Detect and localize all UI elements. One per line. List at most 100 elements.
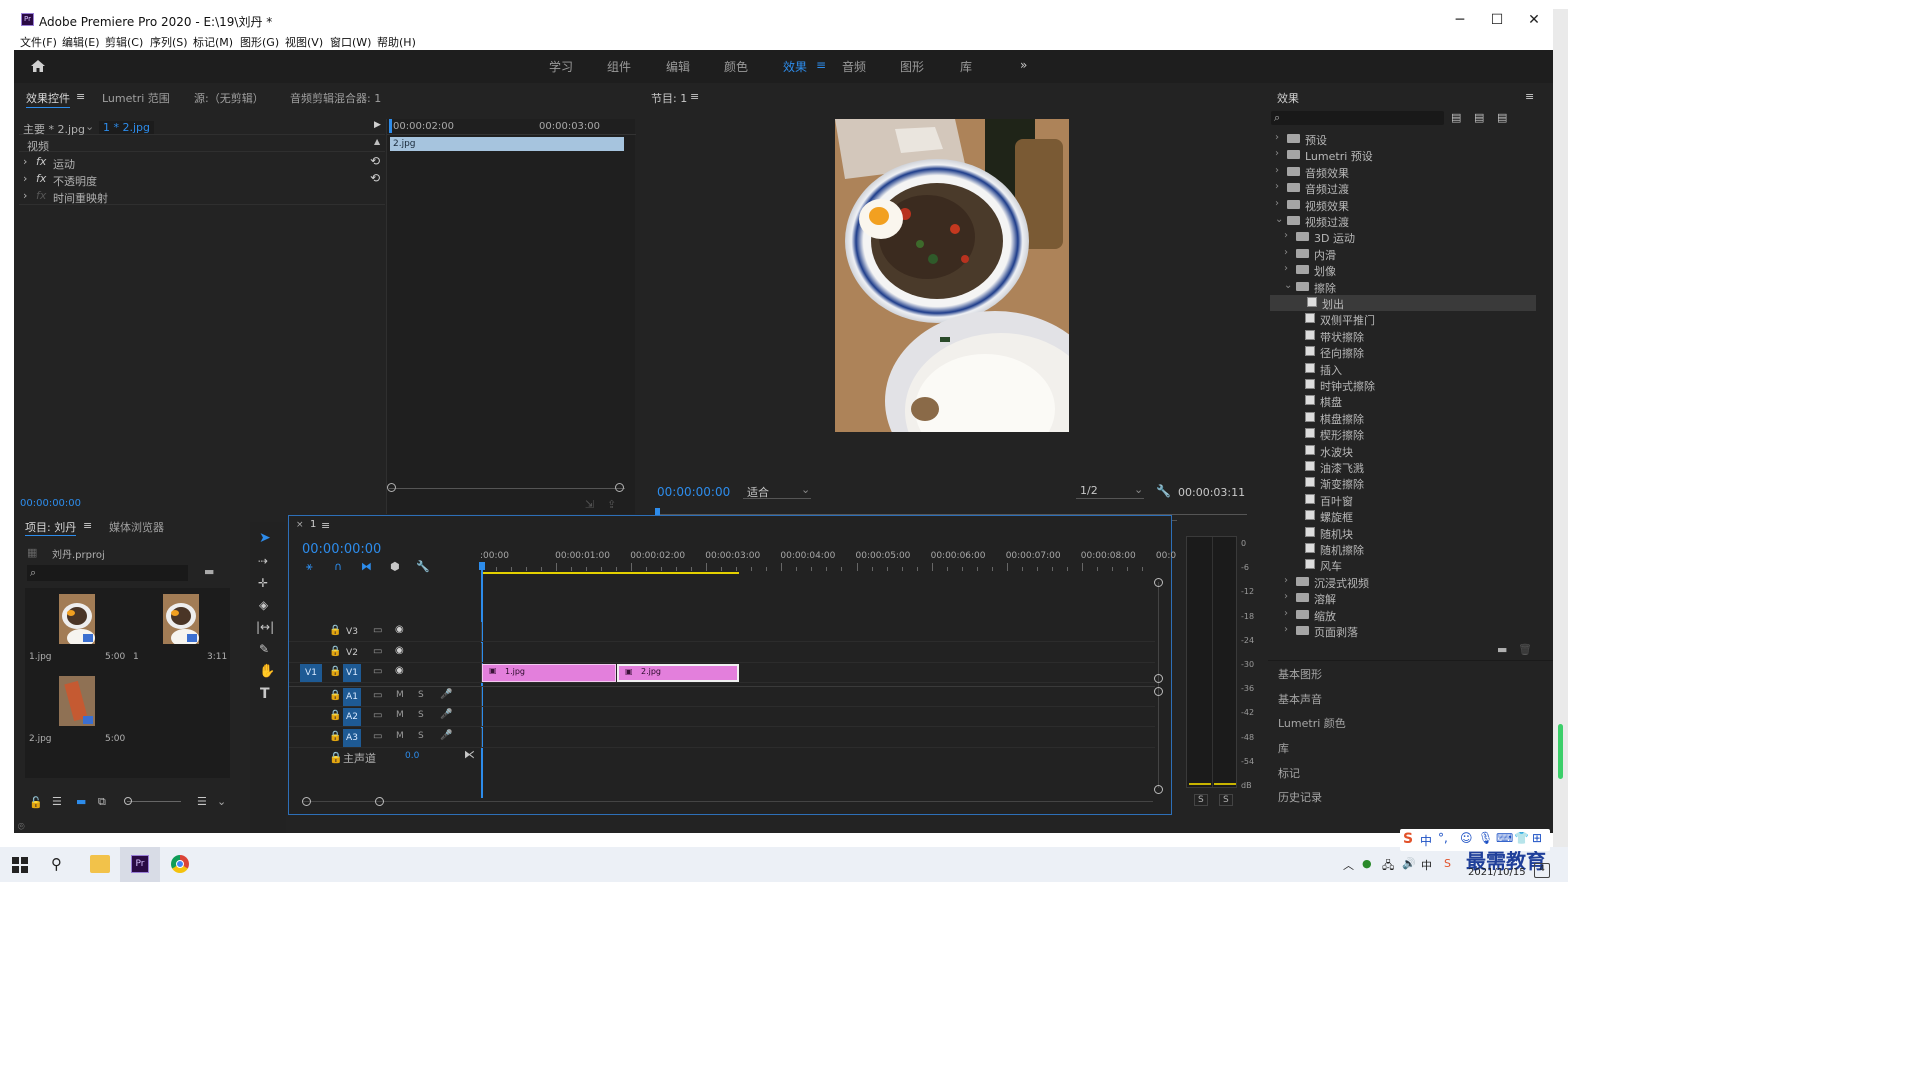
lock-icon[interactable]: 🔒 [329, 731, 341, 742]
notification-icon[interactable]: 4 [1534, 863, 1550, 878]
lock-icon[interactable]: 🔒 [329, 751, 343, 764]
workspace-learn[interactable]: 学习 [549, 58, 573, 75]
lock-icon[interactable]: 🔒 [329, 710, 341, 721]
effects-search-input[interactable]: ⌕ [1271, 111, 1444, 125]
track-target-v2[interactable]: V2 [343, 644, 361, 662]
effects-folder[interactable]: › Lumetri 预设 [1268, 147, 1538, 163]
windows-start-icon[interactable] [12, 857, 28, 873]
effects-folder[interactable]: › 沉浸式视频 [1268, 574, 1538, 590]
pen-tool-icon[interactable]: ✎ [259, 642, 269, 656]
sync-lock-icon[interactable]: ▭ [373, 731, 382, 742]
new-bin-icon[interactable]: ▬ [204, 565, 214, 578]
zoom-handle-left[interactable] [387, 483, 396, 492]
reset-icon[interactable]: ⟲ [370, 171, 380, 185]
playhead[interactable] [389, 119, 392, 133]
clip-selector[interactable]: 1 * 2.jpg [99, 121, 155, 134]
accelerated-effects-icon[interactable]: ▤ [1451, 111, 1461, 124]
effects-menu-icon[interactable]: ≡ [1525, 90, 1534, 103]
panel-lumetri-color[interactable]: Lumetri 颜色 [1278, 715, 1346, 731]
play-clip-icon[interactable]: ▶ [374, 120, 381, 130]
selection-tool-icon[interactable]: ➤ [259, 530, 271, 546]
effect-item[interactable]: 楔形擦除 [1268, 426, 1538, 442]
panel-essential-graphics[interactable]: 基本图形 [1278, 666, 1322, 682]
solo-button[interactable]: S [418, 690, 424, 700]
fx-icon[interactable]: fx [36, 172, 46, 185]
chevron-right-icon[interactable]: › [1284, 247, 1288, 258]
project-item[interactable]: 2.jpg 5:00 [29, 674, 125, 744]
effects-folder[interactable]: › 预设 [1268, 131, 1538, 147]
timeline-timecode[interactable]: 00:00:00:00 [302, 542, 381, 557]
chevron-right-icon[interactable]: › [1284, 591, 1288, 602]
solo-right-button[interactable]: S [1219, 794, 1233, 806]
sequence-tab[interactable]: 1 [310, 519, 316, 530]
snap-icon[interactable]: ∩ [334, 560, 342, 573]
timeline-settings-icon[interactable]: 🔧 [416, 560, 430, 573]
tray-app-icon[interactable]: ● [1362, 857, 1372, 870]
resolution-dropdown[interactable]: 1/2 ⌄ [1076, 483, 1144, 499]
project-search-input[interactable]: ⌕ [27, 565, 188, 581]
workspace-editing[interactable]: 编辑 [666, 58, 690, 75]
chrome-icon[interactable] [171, 855, 189, 873]
chevron-right-icon[interactable]: › [1275, 165, 1279, 176]
menu-graphics[interactable]: 图形(G) [240, 34, 279, 50]
taskbar-premiere[interactable]: Pr [120, 847, 160, 882]
panel-essential-sound[interactable]: 基本声音 [1278, 691, 1322, 707]
chevron-right-icon[interactable]: › [1284, 608, 1288, 619]
network-icon[interactable]: 🖧 [1382, 857, 1394, 876]
effect-item[interactable]: 插入 [1268, 361, 1538, 377]
panel-history[interactable]: 历史记录 [1278, 789, 1322, 805]
workspace-libraries[interactable]: 库 [960, 58, 972, 75]
ripple-edit-tool-icon[interactable]: ✛ [258, 576, 268, 590]
menu-file[interactable]: 文件(F) [20, 34, 57, 50]
vscroll-handle[interactable] [1154, 687, 1163, 696]
track-target-a1[interactable]: A1 [343, 688, 361, 706]
ime-grid-icon[interactable]: ⊞ [1532, 831, 1542, 845]
menu-window[interactable]: 窗口(W) [330, 34, 371, 50]
lock-icon[interactable]: 🔒 [329, 690, 341, 701]
sync-lock-icon[interactable]: ▭ [373, 690, 382, 701]
chevron-down-icon[interactable]: ⌄ [1275, 214, 1283, 225]
list-view-icon[interactable]: ☰ [52, 795, 62, 808]
slip-tool-icon[interactable]: |↔| [256, 620, 274, 634]
lock-icon[interactable]: 🔒 [329, 625, 341, 636]
effects-folder[interactable]: › 3D 运动 [1268, 229, 1538, 245]
ime-mode[interactable]: 中 [1420, 832, 1432, 849]
lock-icon[interactable]: 🔒 [329, 666, 341, 677]
close-sequence-icon[interactable]: × [296, 520, 304, 530]
file-explorer-icon[interactable] [90, 855, 110, 873]
workspace-audio[interactable]: 音频 [842, 58, 866, 75]
ime-skin-icon[interactable]: 👕 [1514, 831, 1529, 845]
ec-timecode[interactable]: 00:00:00:00 [20, 498, 81, 509]
vscroll-handle[interactable] [1154, 578, 1163, 587]
effect-controls-menu-icon[interactable]: ≡ [76, 90, 85, 103]
browser-scrollbar[interactable] [1553, 9, 1568, 847]
tray-expand-icon[interactable]: ︿ [1343, 857, 1354, 873]
home-icon[interactable] [30, 58, 46, 74]
tab-project[interactable]: 项目: 刘丹 [25, 519, 77, 536]
32bit-effects-icon[interactable]: ▤ [1474, 111, 1484, 124]
project-item[interactable]: 1 3:11 [133, 592, 227, 662]
ime-voice-icon[interactable]: 🎙 [1478, 831, 1493, 845]
mute-button[interactable]: M [396, 731, 404, 741]
filter-icon[interactable]: ⇲ [585, 498, 594, 511]
chevron-right-icon[interactable]: › [1284, 575, 1288, 586]
workspace-effects[interactable]: 效果 [783, 58, 807, 75]
vscroll-handle[interactable] [1154, 674, 1163, 683]
freeform-view-icon[interactable]: ⧉ [98, 795, 106, 809]
maximize-button[interactable]: ☐ [1479, 11, 1515, 31]
ime-emoji-icon[interactable]: ☺ [1460, 831, 1473, 845]
effects-folder[interactable]: › 音频过渡 [1268, 180, 1538, 196]
chevron-down-icon[interactable]: ⌄ [217, 795, 226, 808]
effect-item[interactable]: 时钟式擦除 [1268, 377, 1538, 393]
mic-icon[interactable]: 🎤 [440, 709, 452, 720]
effect-item[interactable]: 百叶窗 [1268, 492, 1538, 508]
vscroll-handle[interactable] [1154, 785, 1163, 794]
work-area-bar[interactable] [481, 572, 739, 574]
effect-item[interactable]: 风车 [1268, 557, 1538, 573]
tab-effect-controls[interactable]: 效果控件 [26, 90, 70, 108]
effect-item[interactable]: 双侧平推门 [1268, 311, 1538, 327]
chevron-right-icon[interactable]: › [1284, 263, 1288, 274]
sync-lock-icon[interactable]: ▭ [373, 666, 382, 677]
track-target-a3[interactable]: A3 [343, 729, 361, 747]
linked-selection-icon[interactable]: ⧓ [361, 560, 372, 573]
